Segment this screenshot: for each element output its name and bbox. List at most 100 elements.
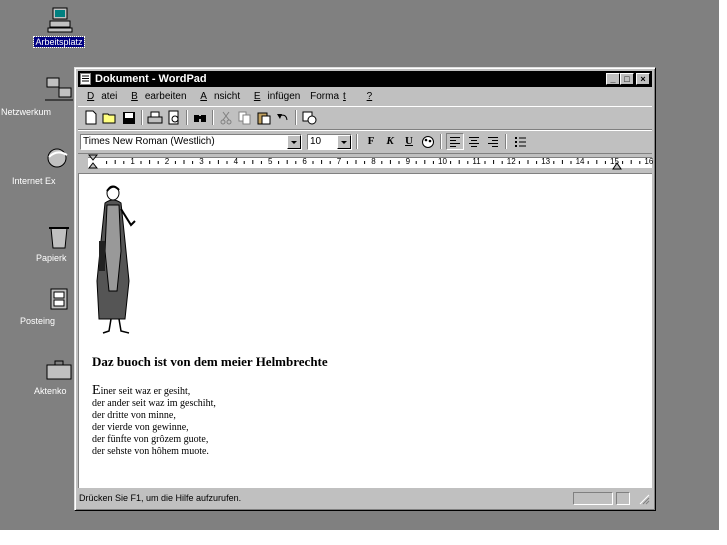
insert-datetime-button[interactable] [300,109,318,126]
right-indent-marker-icon[interactable] [612,162,622,170]
align-right-button[interactable] [484,133,502,150]
desktop-icon-label: Posteing [20,316,56,326]
print-icon [147,111,163,123]
poem-text: Einer seit waz er gesiht, der ander seit… [92,384,216,458]
menu-datei[interactable]: Datei [83,91,117,102]
desktop-icon-posteingang[interactable]: Posteing [3,285,75,326]
internet-explorer-icon [43,145,75,173]
standard-toolbar [78,106,652,130]
print-preview-icon [168,110,179,125]
align-left-icon [450,137,460,147]
font-dropdown-button[interactable] [287,135,301,149]
toolbar-separator [440,134,442,149]
open-icon [102,113,116,123]
font-value: Times New Roman (Westlich) [83,136,215,147]
menu-format[interactable]: Forma t [310,91,353,102]
menu-einfuegen[interactable]: Einfügen [250,91,300,102]
undo-button[interactable] [274,109,292,126]
computer-icon [43,6,75,34]
poem-line: der vierde von gewinne, [92,422,189,433]
color-button[interactable] [419,133,437,150]
medieval-figure-illustration [96,185,136,334]
copy-icon [238,111,251,124]
poem-line: der dritte von minne, [92,410,176,421]
align-right-icon [488,137,498,147]
inbox-icon [43,285,75,313]
find-button[interactable] [191,109,209,126]
chevron-down-icon [341,141,347,144]
status-text: Drücken Sie F1, um die Hilfe aufzurufen. [79,493,242,503]
font-size-value: 10 [310,136,322,147]
status-bar: Drücken Sie F1, um die Hilfe aufzurufen. [78,490,652,507]
document-heading: Daz buoch ist von dem meier Helmbrechte [92,354,328,369]
network-icon [43,76,75,104]
toolbar-separator [505,134,507,149]
bullets-button[interactable] [511,133,529,150]
desktop-icon-internet-explorer[interactable]: Internet Ex [3,145,75,186]
desktop-icon-label: Papierk [36,253,67,263]
copy-button[interactable] [236,109,254,126]
close-button[interactable]: × [636,73,650,85]
ruler-number: 16 [644,157,654,166]
align-center-button[interactable] [465,133,483,150]
desktop: Arbeitsplatz Netzwerkum Internet Ex Papi… [0,0,719,530]
desktop-icon-netzwerk[interactable]: Netzwerkum [1,76,75,117]
ruler-number: 5 [268,157,273,166]
open-button[interactable] [101,109,119,126]
desktop-icon-label: Internet Ex [12,176,56,186]
ruler-number: 8 [371,157,376,166]
menu-ansicht[interactable]: Ansicht [196,91,240,102]
recycle-bin-icon [43,222,75,250]
chevron-down-icon [291,141,297,144]
menu-bearbeiten[interactable]: Bearbeiten [127,91,186,102]
font-select[interactable]: Times New Roman (Westlich) [80,134,302,150]
desktop-icon-papierkorb[interactable]: Papierk [3,222,75,263]
print-button[interactable] [146,109,164,126]
ruler-number: 3 [199,157,204,166]
ruler-ticks [106,160,641,164]
ruler-number: 11 [472,157,481,166]
menu-help[interactable]: ? [363,91,380,102]
window-title: Dokument - WordPad [95,73,207,85]
poem-line: der ander seit waz im geschiht, [92,398,216,409]
bullet-list-icon [514,137,526,147]
ruler-number: 7 [336,157,342,166]
document-area[interactable]: Daz buoch ist von dem meier Helmbrechte … [78,173,652,488]
title-bar[interactable]: Dokument - WordPad _ □ × [78,71,652,87]
indent-marker-icon[interactable] [88,154,98,169]
new-button[interactable] [82,109,100,126]
poem-line: Einer seit waz er gesiht, [92,383,191,398]
cut-button[interactable] [217,109,235,126]
toolbar-separator [141,110,143,125]
maximize-icon: □ [624,74,630,84]
save-button[interactable] [120,109,138,126]
insert-datetime-icon [302,111,316,124]
underline-button[interactable]: U [400,133,418,150]
bold-button[interactable]: F [362,133,380,150]
ruler-number: 14 [575,157,585,166]
toolbar-separator [212,110,214,125]
font-size-select[interactable]: 10 [307,134,352,150]
desktop-icon-arbeitsplatz[interactable]: Arbeitsplatz [23,6,95,48]
menu-bar: Datei Bearbeiten Ansicht Einfügen Forma t… [79,89,386,105]
minimize-button[interactable]: _ [606,73,620,85]
ruler[interactable]: 1 2 3 4 5 6 7 8 9 10 11 12 13 14 15 16 [78,154,654,171]
print-preview-button[interactable] [165,109,183,126]
close-icon: × [640,74,646,84]
toolbar-separator [186,110,188,125]
font-size-dropdown-button[interactable] [337,135,351,149]
desktop-icon-label: Aktenko [34,386,67,396]
toolbar-separator [356,134,358,149]
resize-grip-icon[interactable] [638,493,650,505]
paste-button[interactable] [255,109,273,126]
italic-button[interactable]: K [381,133,399,150]
new-icon [85,110,97,125]
minimize-icon: _ [610,74,616,84]
align-left-button[interactable] [446,133,464,150]
cut-icon [220,111,232,124]
desktop-icon-aktenkoffer[interactable]: Aktenko [3,355,75,396]
status-panel [616,492,630,505]
maximize-button[interactable]: □ [620,73,634,85]
find-icon [194,114,206,122]
wordpad-document-icon [80,73,91,85]
